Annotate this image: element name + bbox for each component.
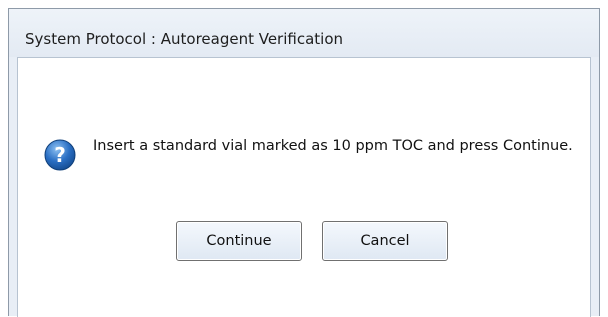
dialog-titlebar[interactable]: System Protocol : Autoreagent Verificati… [9, 9, 599, 57]
dialog-content: ? Insert a standard vial marked as 10 pp… [17, 57, 591, 317]
continue-button[interactable]: Continue [176, 221, 302, 261]
svg-text:?: ? [54, 143, 66, 167]
dialog-message: Insert a standard vial marked as 10 ppm … [93, 138, 573, 154]
question-icon: ? [44, 139, 76, 171]
protocol-dialog: System Protocol : Autoreagent Verificati… [8, 8, 600, 317]
cancel-button[interactable]: Cancel [322, 221, 448, 261]
dialog-title: System Protocol : Autoreagent Verificati… [25, 30, 344, 48]
